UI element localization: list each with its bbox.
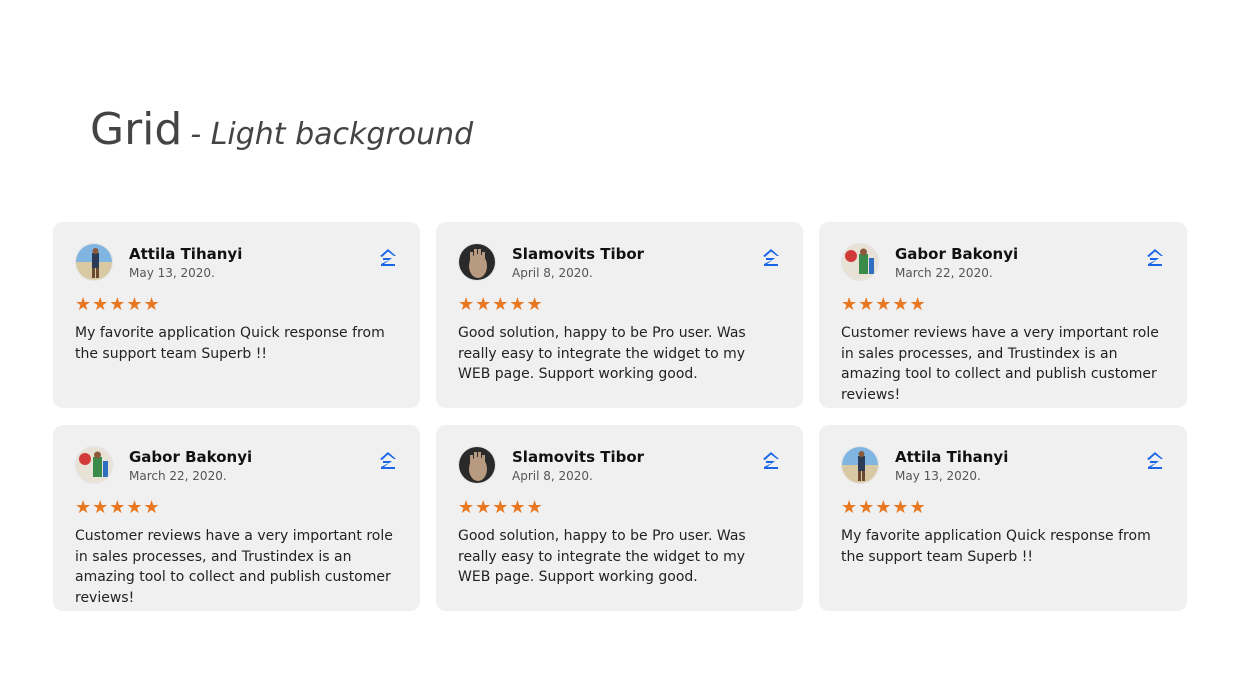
review-date: May 13, 2020. [895, 469, 981, 483]
page-title: Grid [90, 104, 183, 155]
review-grid: Attila Tihanyi May 13, 2020. ★★★★★ My fa… [53, 222, 1187, 611]
reviewer-name: Slamovits Tibor [512, 448, 645, 466]
review-text: Customer reviews have a very important r… [841, 325, 1159, 403]
star-rating: ★★★★★ [841, 294, 927, 315]
review-date: April 8, 2020. [512, 266, 593, 280]
reviewer-avatar [841, 243, 879, 281]
review-date: May 13, 2020. [129, 266, 215, 280]
review-card: Attila Tihanyi May 13, 2020. ★★★★★ My fa… [53, 222, 420, 408]
review-text: My favorite application Quick response f… [841, 528, 1151, 565]
reviewer-avatar [75, 446, 113, 484]
page-subtitle: - Light background [190, 117, 474, 152]
review-text: Customer reviews have a very important r… [75, 528, 393, 606]
star-rating: ★★★★★ [458, 497, 544, 518]
reviewer-name: Attila Tihanyi [129, 245, 243, 263]
star-rating: ★★★★★ [841, 497, 927, 518]
review-card: Gabor Bakonyi March 22, 2020. ★★★★★ Cust… [819, 222, 1187, 408]
reviewer-name: Slamovits Tibor [512, 245, 645, 263]
reviewer-name: Gabor Bakonyi [895, 245, 1019, 263]
reviewer-avatar [75, 243, 113, 281]
review-card: Slamovits Tibor April 8, 2020. ★★★★★ Goo… [436, 222, 803, 408]
review-card: Attila Tihanyi May 13, 2020. ★★★★★ My fa… [819, 425, 1187, 611]
star-rating: ★★★★★ [458, 294, 544, 315]
review-text: Good solution, happy to be Pro user. Was… [458, 528, 746, 585]
reviewer-avatar [458, 243, 496, 281]
zillow-icon[interactable] [1145, 450, 1165, 470]
review-card: Slamovits Tibor April 8, 2020. ★★★★★ Goo… [436, 425, 803, 611]
review-text: Good solution, happy to be Pro user. Was… [458, 325, 746, 382]
zillow-icon[interactable] [761, 450, 781, 470]
review-date: April 8, 2020. [512, 469, 593, 483]
review-date: March 22, 2020. [895, 266, 993, 280]
zillow-icon[interactable] [1145, 247, 1165, 267]
reviewer-name: Attila Tihanyi [895, 448, 1009, 466]
review-date: March 22, 2020. [129, 469, 227, 483]
reviewer-name: Gabor Bakonyi [129, 448, 253, 466]
reviewer-avatar [458, 446, 496, 484]
zillow-icon[interactable] [761, 247, 781, 267]
star-rating: ★★★★★ [75, 294, 161, 315]
page-heading: Grid - Light background [90, 104, 473, 155]
zillow-icon[interactable] [378, 247, 398, 267]
zillow-icon[interactable] [378, 450, 398, 470]
star-rating: ★★★★★ [75, 497, 161, 518]
review-card: Gabor Bakonyi March 22, 2020. ★★★★★ Cust… [53, 425, 420, 611]
review-text: My favorite application Quick response f… [75, 325, 385, 362]
reviewer-avatar [841, 446, 879, 484]
